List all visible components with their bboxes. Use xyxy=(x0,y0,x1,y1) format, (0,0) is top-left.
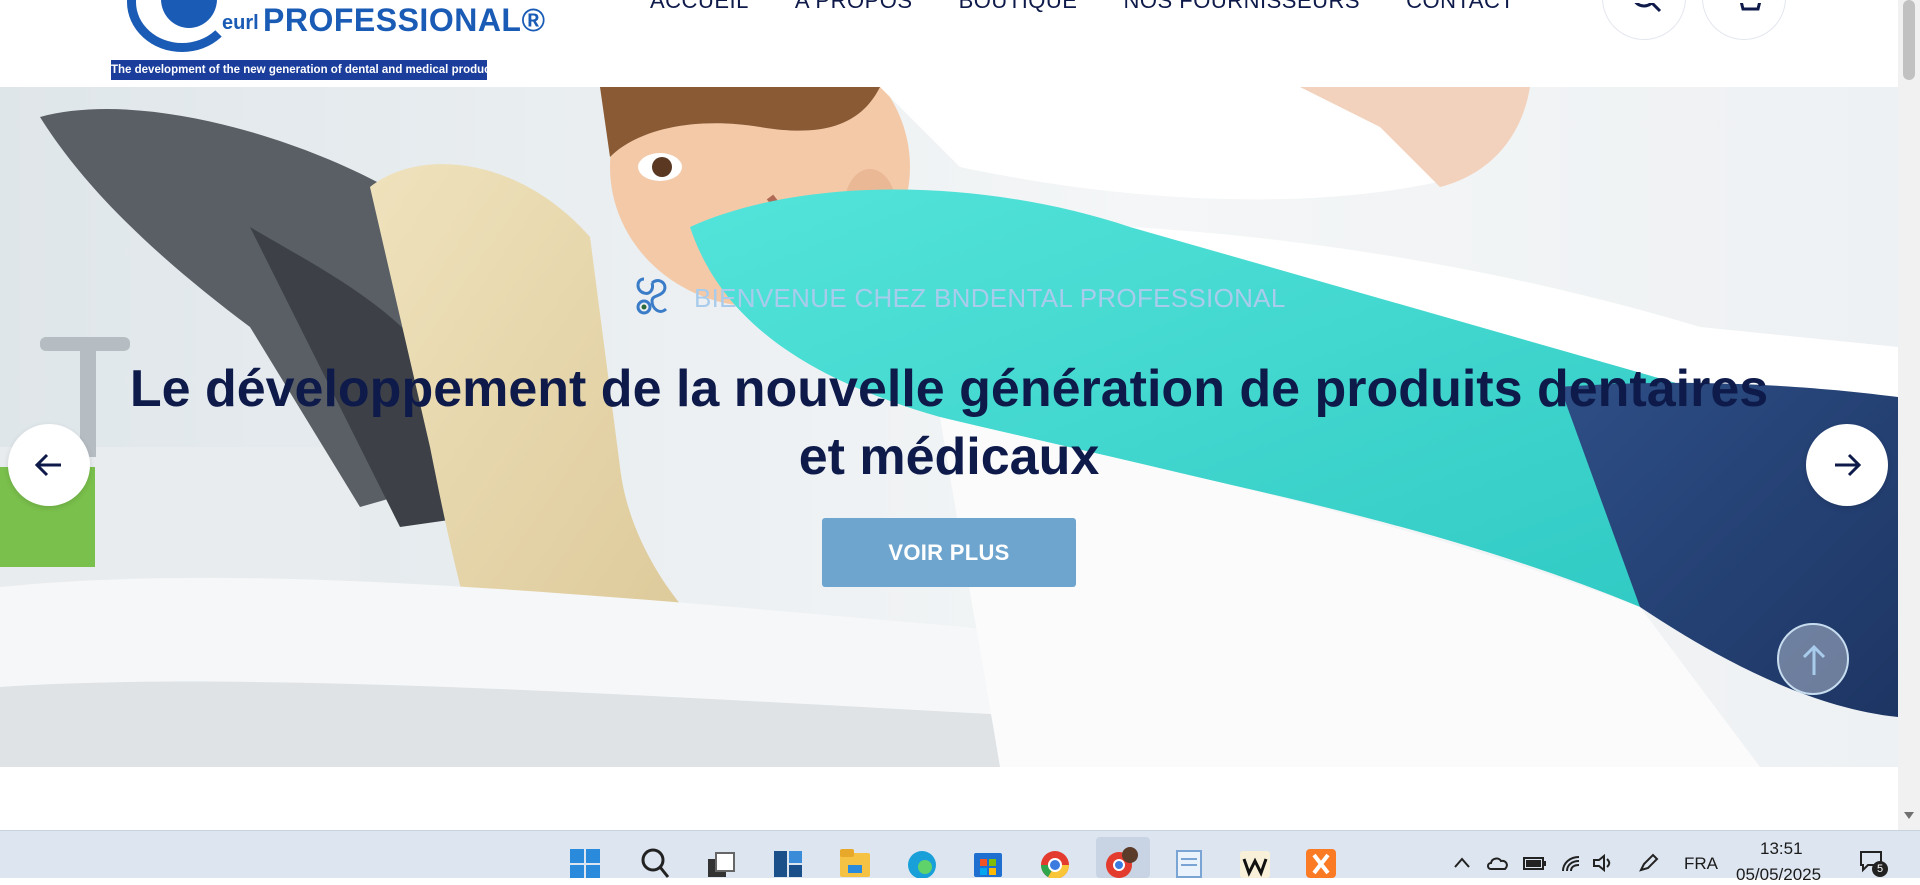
slider-next-button[interactable] xyxy=(1806,424,1888,506)
w-app-icon[interactable] xyxy=(1238,845,1272,878)
chrome-icon[interactable] xyxy=(1038,845,1072,878)
scroll-down-arrow-icon[interactable] xyxy=(1904,812,1914,819)
nav-accueil[interactable]: ACCUEIL xyxy=(650,0,749,13)
search-icon xyxy=(1634,3,1662,13)
headline-line-1: Le développement de la nouvelle générati… xyxy=(129,360,1769,418)
xampp-icon[interactable] xyxy=(1304,845,1338,878)
wifi-icon[interactable] xyxy=(1560,853,1582,873)
cart-icon xyxy=(1739,3,1762,11)
headline-line-2: et médicaux xyxy=(798,428,1100,486)
notification-badge: 5 xyxy=(1872,861,1888,877)
main-nav: ACCUEIL A PROPOS BOUTIQUE NOS FOURNISSEU… xyxy=(650,0,1514,13)
pen-icon[interactable] xyxy=(1638,853,1660,873)
volume-icon[interactable] xyxy=(1592,853,1614,873)
taskbar-search-icon[interactable] xyxy=(638,845,672,878)
logo-brand-name: PROFESSIONAL® xyxy=(263,2,546,38)
edge-icon[interactable] xyxy=(905,845,939,878)
arrow-left-icon xyxy=(34,453,61,477)
notepad-icon[interactable] xyxy=(1172,845,1206,878)
logo-tagline: The development of the new generation of… xyxy=(111,60,501,80)
taskbar-date[interactable]: 05/05/2025 xyxy=(1736,865,1821,885)
scrollbar-thumb[interactable] xyxy=(1903,0,1915,80)
nav-a-propos[interactable]: A PROPOS xyxy=(795,0,913,13)
hero-headline: Le développement de la nouvelle générati… xyxy=(100,355,1798,491)
logo-prefix: eurl xyxy=(222,12,259,34)
store-icon[interactable] xyxy=(971,845,1005,878)
start-icon[interactable] xyxy=(568,845,602,878)
welcome-text: BIENVENUE CHEZ BNDENTAL PROFESSIONAL xyxy=(694,282,1286,313)
battery-icon[interactable] xyxy=(1522,853,1548,873)
chevron-up-icon[interactable] xyxy=(1452,853,1472,873)
language-indicator[interactable]: FRA xyxy=(1684,854,1718,874)
cart-button[interactable] xyxy=(1702,0,1786,40)
slider-prev-button[interactable] xyxy=(8,424,90,506)
chrome-profile-icon[interactable] xyxy=(1104,845,1138,878)
voir-plus-button[interactable]: VOIR PLUS xyxy=(822,518,1076,587)
arrow-right-icon xyxy=(1835,453,1862,477)
task-view-icon[interactable] xyxy=(704,845,738,878)
nav-fournisseurs[interactable]: NOS FOURNISSEURS xyxy=(1123,0,1360,13)
scroll-to-top-button[interactable] xyxy=(1777,623,1849,695)
file-explorer-icon[interactable] xyxy=(838,845,872,878)
onedrive-icon[interactable] xyxy=(1485,853,1511,873)
nav-contact[interactable]: CONTACT xyxy=(1406,0,1514,13)
taskbar-time[interactable]: 13:51 xyxy=(1760,839,1803,859)
logo[interactable]: eurl PROFESSIONAL® The development of th… xyxy=(111,0,545,82)
nav-boutique[interactable]: BOUTIQUE xyxy=(959,0,1078,13)
welcome-line: BIENVENUE CHEZ BNDENTAL PROFESSIONAL xyxy=(630,275,1286,321)
stethoscope-icon xyxy=(636,277,668,315)
site-header: eurl PROFESSIONAL® The development of th… xyxy=(0,0,1898,87)
widgets-icon[interactable] xyxy=(771,845,805,878)
notification-button[interactable]: 5 xyxy=(1858,849,1888,877)
hero-slider: BIENVENUE CHEZ BNDENTAL PROFESSIONAL Le … xyxy=(0,87,1898,767)
vertical-scrollbar[interactable] xyxy=(1898,0,1920,830)
search-button[interactable] xyxy=(1602,0,1686,40)
arrow-up-icon xyxy=(1802,644,1826,675)
windows-taskbar: FRA 13:51 05/05/2025 5 xyxy=(0,830,1920,884)
